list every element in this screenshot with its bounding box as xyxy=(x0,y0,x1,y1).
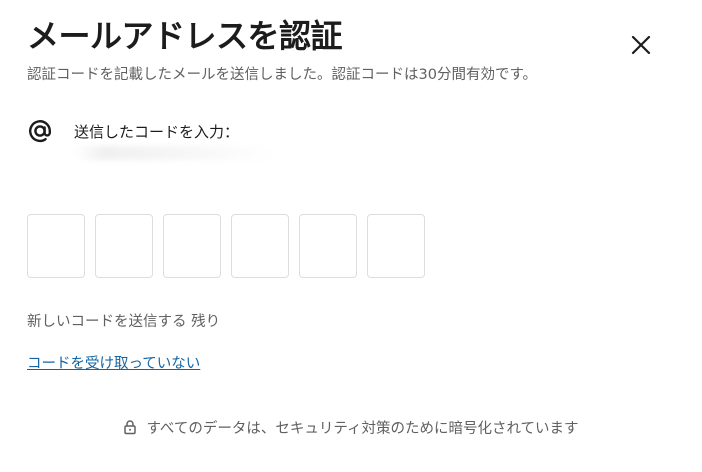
code-digit-3[interactable] xyxy=(163,214,221,278)
code-digit-1[interactable] xyxy=(27,214,85,278)
not-received-link[interactable]: コードを受け取っていない xyxy=(27,353,200,375)
code-digit-6[interactable] xyxy=(367,214,425,278)
at-sign-icon xyxy=(29,120,51,143)
dialog-title: メールアドレスを認証 xyxy=(27,17,343,55)
code-input-group xyxy=(27,214,425,278)
code-digit-4[interactable] xyxy=(231,214,289,278)
close-icon xyxy=(631,35,651,55)
code-digit-5[interactable] xyxy=(299,214,357,278)
lock-icon xyxy=(124,420,137,435)
resend-countdown: 新しいコードを送信する 残り xyxy=(27,314,221,330)
code-digit-2[interactable] xyxy=(95,214,153,278)
dialog-subtitle: 認証コードを記載したメールを送信しました。認証コードは30分間有効です。 xyxy=(27,67,537,83)
encryption-notice: すべてのデータは、セキュリティ対策のために暗号化されています xyxy=(0,415,702,439)
encryption-notice-text: すべてのデータは、セキュリティ対策のために暗号化されています xyxy=(146,420,579,437)
code-prompt-label: 送信したコードを入力： xyxy=(74,122,240,141)
close-button[interactable] xyxy=(626,30,656,60)
code-prompt: 送信したコードを入力： xyxy=(27,116,239,146)
redacted-email xyxy=(74,146,274,160)
